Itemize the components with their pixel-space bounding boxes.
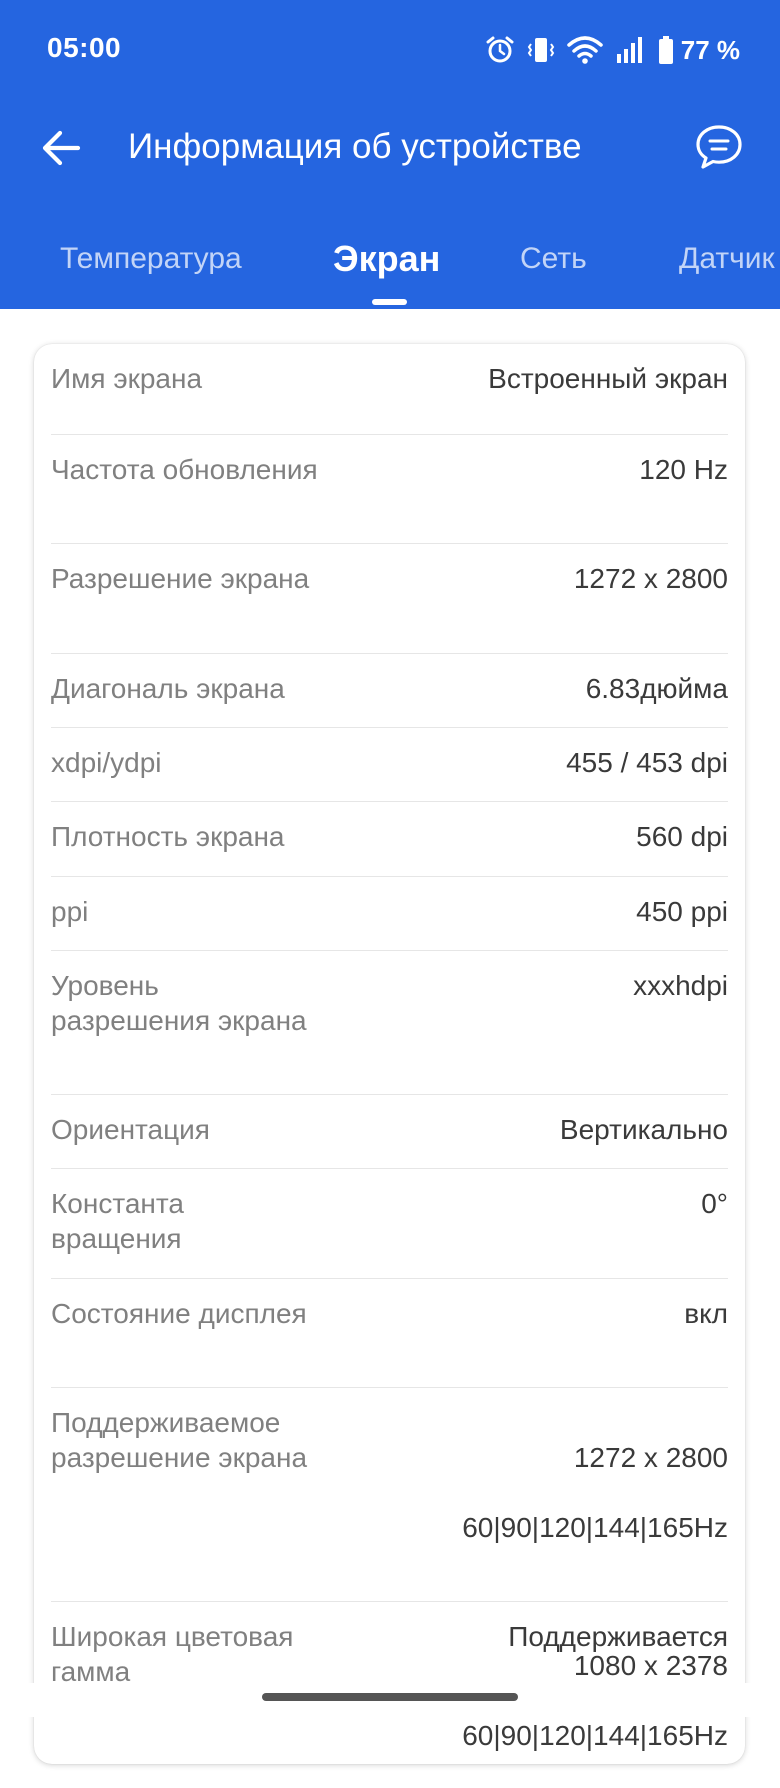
row-label: Широкая цветовая гамма [51, 1621, 294, 1687]
alarm-icon [486, 36, 514, 63]
info-row: Плотность экрана 560 dpi [51, 802, 728, 877]
row-label: Разрешение экрана [51, 563, 310, 594]
row-label: Состояние дисплея [51, 1298, 307, 1329]
status-icons: 77 % [485, 30, 740, 70]
row-label: Поддерживаемое разрешение экрана [51, 1407, 308, 1473]
active-tab-indicator [372, 299, 407, 305]
signal-icon [616, 37, 642, 63]
tab-bar: Температура Экран Сеть Датчик [0, 230, 780, 309]
battery-icon [658, 36, 673, 64]
tab-screen[interactable]: Экран [333, 238, 440, 280]
info-row: Диагональ экрана 6.83дюйма [51, 654, 728, 728]
row-value: вкл [684, 1298, 728, 1329]
row-label: xdpi/ydpi [51, 747, 162, 778]
row-value: 0° [701, 1188, 728, 1219]
row-label: Уровень разрешения экрана [51, 970, 307, 1036]
tab-sensors[interactable]: Датчик [679, 242, 775, 276]
info-row: Ориентация Вертикально [51, 1095, 728, 1169]
back-arrow-icon[interactable] [38, 125, 84, 171]
status-time: 05:00 [47, 32, 122, 63]
page-title: Информация об устройстве [128, 127, 582, 166]
info-row: Поддерживаемое разрешение экрана 1272 x … [51, 1388, 728, 1751]
row-label: Диагональ экрана [51, 673, 285, 704]
info-row: Уровень разрешения экрана xxxhdpi [51, 951, 728, 1095]
info-row: Разрешение экрана 1272 x 2800 [51, 544, 728, 654]
row-value: Вертикально [559, 1114, 728, 1145]
row-value: 6.83дюйма [585, 673, 728, 704]
vibrate-icon [527, 38, 554, 62]
row-value: 450 ppi [636, 896, 728, 927]
tab-network[interactable]: Сеть [520, 242, 587, 276]
info-row: Имя экрана Встроенный экран [51, 344, 728, 435]
row-value: xxxhdpi [633, 970, 728, 1001]
row-label: Имя экрана [51, 363, 203, 394]
row-value: 1272 x 2800 [573, 563, 728, 594]
wifi-icon [566, 36, 603, 64]
row-value: 1272 x 2800 60|90|120|144|165Hz 1080 x 2… [462, 1405, 728, 1788]
info-row: Константа вращения 0° [51, 1169, 728, 1279]
info-row: ppi 450 ppi [51, 877, 728, 951]
row-label: Плотность экрана [51, 821, 285, 852]
refresh-rates-line: 60|90|120|144|165Hz [462, 1720, 728, 1751]
row-value: 455 / 453 dpi [566, 747, 728, 778]
row-value: 120 Hz [639, 454, 728, 485]
row-label: ppi [51, 896, 89, 927]
row-value: Встроенный экран [488, 363, 728, 394]
row-label: Ориентация [51, 1114, 210, 1145]
info-row: Частота обновления 120 Hz [51, 435, 728, 544]
app-header: 05:00 77 % Информация об устройстве Темп… [0, 0, 780, 309]
feedback-chat-icon[interactable] [694, 122, 744, 172]
info-row: Состояние дисплея вкл [51, 1279, 728, 1388]
refresh-rates-line: 60|90|120|144|165Hz [462, 1512, 728, 1543]
row-label: Частота обновления [51, 454, 318, 485]
battery-level: 77 % [680, 34, 740, 65]
home-gesture-handle[interactable] [262, 1693, 518, 1701]
screen-info-card: Имя экрана Встроенный экран Частота обно… [34, 344, 745, 1764]
resolution-line: 1272 x 2800 [573, 1442, 728, 1473]
tab-temperature[interactable]: Температура [60, 242, 242, 276]
row-value: 560 dpi [636, 821, 728, 852]
row-label: Константа вращения [51, 1188, 184, 1254]
info-row: xdpi/ydpi 455 / 453 dpi [51, 728, 728, 802]
row-value: Поддерживается [508, 1621, 728, 1652]
